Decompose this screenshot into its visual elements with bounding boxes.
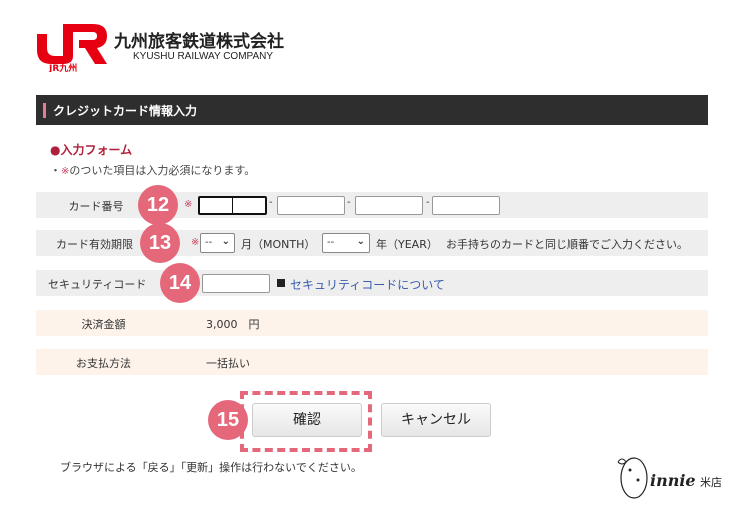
card-number-row: カード番号 ※ - - -	[36, 192, 708, 218]
card-number-input-3[interactable]	[355, 196, 423, 215]
expiry-year-select[interactable]: -- ⌄	[322, 233, 370, 253]
confirm-button[interactable]: 確認	[252, 403, 362, 437]
amount-value: 3,000 円	[206, 318, 260, 331]
section-title: クレジットカード情報入力	[53, 104, 198, 118]
link-arrow-icon	[277, 279, 285, 287]
step-badge-12: 12	[138, 185, 178, 225]
month-label: 月（MONTH）	[241, 238, 316, 251]
footer-note: ブラウザによる「戻る」「更新」操作は行わないでください。	[60, 461, 362, 474]
form-heading: ●入力フォーム	[50, 143, 133, 157]
year-label: 年（YEAR）	[376, 238, 438, 251]
payment-method-label: お支払方法	[76, 357, 131, 370]
security-code-label: セキュリティコード	[48, 278, 147, 291]
payment-method-row: お支払方法 一括払い	[36, 349, 708, 375]
payment-method-value: 一括払い	[206, 357, 250, 370]
step-badge-13: 13	[140, 223, 180, 263]
security-code-input[interactable]	[202, 274, 270, 293]
expiry-hint: お手持ちのカードと同じ順番でご入力ください。	[446, 238, 688, 251]
security-code-row: セキュリティコード セキュリティコードについて	[36, 270, 708, 296]
card-number-input-1[interactable]	[198, 196, 267, 215]
step-badge-14: 14	[160, 263, 200, 303]
logo-text: JR九州	[48, 62, 77, 72]
expiry-label: カード有効期限	[56, 238, 133, 251]
amount-row: 決済金額 3,000 円	[36, 310, 708, 336]
header-accent	[43, 103, 46, 118]
cancel-button[interactable]: キャンセル	[381, 403, 491, 437]
expiry-month-select[interactable]: -- ⌄	[200, 233, 235, 253]
separator: -	[269, 197, 273, 208]
jr-kyushu-logo: JR九州	[37, 24, 107, 72]
amount-label: 決済金額	[81, 318, 126, 331]
chevron-down-icon: ⌄	[221, 236, 230, 247]
required-mark: ※	[191, 237, 200, 248]
required-note: ・※のついた項目は入力必須になります。	[50, 164, 256, 177]
svg-text:innie: innie	[650, 471, 696, 490]
separator: -	[347, 197, 351, 208]
company-name-en: KYUSHU RAILWAY COMPANY	[133, 51, 274, 62]
watermark-signature: innie 米店	[617, 457, 722, 499]
svg-text:米店: 米店	[700, 475, 722, 489]
required-mark: ※	[184, 199, 193, 210]
security-code-link[interactable]: セキュリティコードについて	[290, 276, 445, 293]
separator: -	[426, 197, 430, 208]
card-number-input-4[interactable]	[432, 196, 500, 215]
card-number-input-2[interactable]	[277, 196, 345, 215]
chevron-down-icon: ⌄	[356, 236, 365, 247]
expiry-row: カード有効期限 ※ -- ⌄ 月（MONTH） -- ⌄ 年（YEAR） お手持ちの…	[36, 230, 708, 256]
company-name-jp: 九州旅客鉄道株式会社	[114, 32, 284, 52]
section-header: クレジットカード情報入力	[36, 95, 708, 125]
